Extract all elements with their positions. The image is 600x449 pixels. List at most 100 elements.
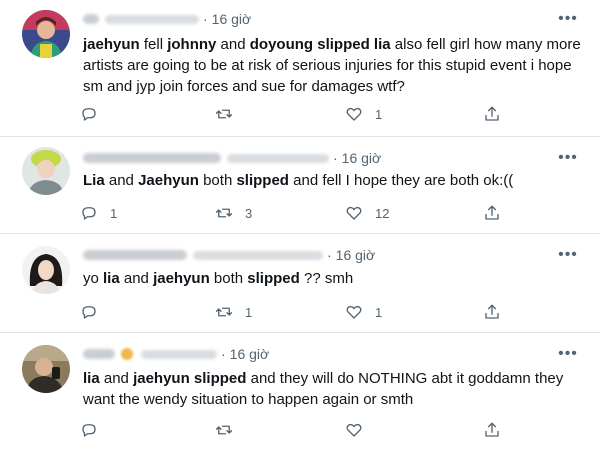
heart-icon — [346, 206, 362, 220]
tweet[interactable]: · 16 giờ ••• Lia and Jaehyun both slippe… — [0, 137, 600, 234]
like-button[interactable] — [345, 420, 375, 440]
reply-icon — [82, 306, 96, 319]
share-button[interactable] — [483, 203, 501, 223]
like-count: 12 — [375, 205, 390, 221]
highlighted-keyword: johnny — [167, 36, 217, 53]
reply-icon — [82, 207, 96, 220]
more-icon[interactable]: ••• — [558, 346, 578, 362]
text-segment: and fell I hope they are both ok:(( — [288, 172, 514, 189]
highlighted-keyword: lia — [83, 370, 100, 387]
tweet-header: · 16 giờ — [83, 10, 251, 28]
share-button[interactable] — [483, 104, 501, 124]
like-count: 1 — [375, 304, 383, 320]
text-segment: ?? smh — [299, 270, 354, 287]
author-handle-redacted[interactable] — [227, 153, 329, 163]
share-icon — [485, 422, 499, 437]
retweet-button[interactable] — [215, 104, 245, 124]
tweet-text: lia and jaehyun slipped and they will do… — [83, 368, 583, 410]
text-segment: yo — [83, 270, 104, 287]
tweet-actions: 1 3 12 — [80, 203, 520, 223]
retweet-button[interactable]: 1 — [215, 302, 252, 322]
avatar[interactable] — [22, 10, 70, 58]
retweet-button[interactable] — [215, 420, 245, 440]
author-name-redacted[interactable] — [83, 14, 99, 24]
author-name-redacted[interactable] — [83, 349, 115, 359]
tweet-text: yo lia and jaehyun both slipped ?? smh — [83, 268, 583, 289]
reply-icon — [82, 108, 96, 121]
avatar[interactable] — [22, 345, 70, 393]
verified-badge-icon — [121, 348, 133, 360]
share-icon — [485, 205, 499, 220]
retweet-count: 1 — [245, 304, 253, 320]
author-handle-redacted[interactable] — [105, 14, 199, 24]
retweet-icon — [215, 208, 233, 218]
author-name-redacted[interactable] — [83, 153, 221, 163]
retweet-icon — [215, 307, 233, 317]
retweet-count: 3 — [245, 205, 253, 221]
text-segment: and — [99, 370, 134, 387]
tweet[interactable]: · 16 giờ ••• jaehyun fell johnny and doy… — [0, 0, 600, 137]
text-segment: and — [104, 172, 139, 189]
highlighted-keyword: doyoung — [249, 36, 314, 53]
heart-icon — [346, 305, 362, 319]
tweet-actions: 1 — [80, 104, 520, 124]
reply-count: 1 — [110, 205, 118, 221]
like-button[interactable]: 12 — [345, 203, 389, 223]
author-name-redacted[interactable] — [83, 250, 187, 260]
text-segment: both — [209, 270, 248, 287]
timestamp[interactable]: 16 giờ — [212, 11, 252, 27]
share-icon — [485, 304, 499, 319]
highlighted-keyword: slipped lia — [317, 36, 391, 53]
reply-button[interactable]: 1 — [80, 203, 117, 223]
text-segment: and — [216, 36, 250, 53]
separator-dot: · — [327, 247, 332, 263]
author-handle-redacted[interactable] — [193, 250, 323, 260]
separator-dot: · — [221, 346, 226, 362]
share-button[interactable] — [483, 302, 501, 322]
highlighted-keyword: jaehyun — [133, 370, 190, 387]
retweet-icon — [215, 425, 233, 435]
tweet-actions — [80, 420, 520, 440]
tweet-actions: 1 1 — [80, 302, 520, 322]
tweet-feed: · 16 giờ ••• jaehyun fell johnny and doy… — [0, 0, 600, 449]
tweet-header: · 16 giờ — [83, 246, 375, 264]
highlighted-keyword: jaehyun — [83, 36, 140, 53]
reply-button[interactable] — [80, 104, 110, 124]
avatar[interactable] — [22, 147, 70, 195]
reply-icon — [82, 424, 96, 437]
retweet-button[interactable]: 3 — [215, 203, 252, 223]
highlighted-keyword: lia — [103, 270, 120, 287]
retweet-icon — [215, 109, 233, 119]
more-icon[interactable]: ••• — [558, 150, 578, 166]
timestamp[interactable]: 16 giờ — [336, 247, 376, 263]
tweet-header: · 16 giờ — [83, 345, 269, 363]
highlighted-keyword: slipped — [247, 270, 300, 287]
like-button[interactable]: 1 — [345, 302, 382, 322]
more-icon[interactable]: ••• — [558, 247, 578, 263]
tweet-text: Lia and Jaehyun both slipped and fell I … — [83, 170, 583, 191]
reply-button[interactable] — [80, 302, 110, 322]
like-count: 1 — [375, 106, 383, 122]
text-segment: and — [119, 270, 154, 287]
timestamp[interactable]: 16 giờ — [342, 150, 382, 166]
highlighted-keyword: slipped — [236, 172, 289, 189]
reply-button[interactable] — [80, 420, 110, 440]
separator-dot: · — [203, 11, 208, 27]
tweet-text: jaehyun fell johnny and doyoung slipped … — [83, 34, 583, 97]
text-segment: both — [198, 172, 237, 189]
more-icon[interactable]: ••• — [558, 11, 578, 27]
author-handle-redacted[interactable] — [141, 349, 217, 359]
like-button[interactable]: 1 — [345, 104, 382, 124]
highlighted-keyword: slipped — [193, 370, 247, 387]
highlighted-keyword: Lia — [83, 172, 105, 189]
heart-icon — [346, 107, 362, 121]
share-button[interactable] — [483, 420, 501, 440]
timestamp[interactable]: 16 giờ — [230, 346, 270, 362]
highlighted-keyword: jaehyun — [153, 270, 210, 287]
text-segment: fell — [139, 36, 168, 53]
tweet[interactable]: · 16 giờ ••• yo lia and jaehyun both sli… — [0, 234, 600, 333]
tweet[interactable]: · 16 giờ ••• lia and jaehyun slipped and… — [0, 333, 600, 449]
heart-icon — [346, 423, 362, 437]
avatar[interactable] — [22, 246, 70, 294]
share-icon — [485, 106, 499, 121]
